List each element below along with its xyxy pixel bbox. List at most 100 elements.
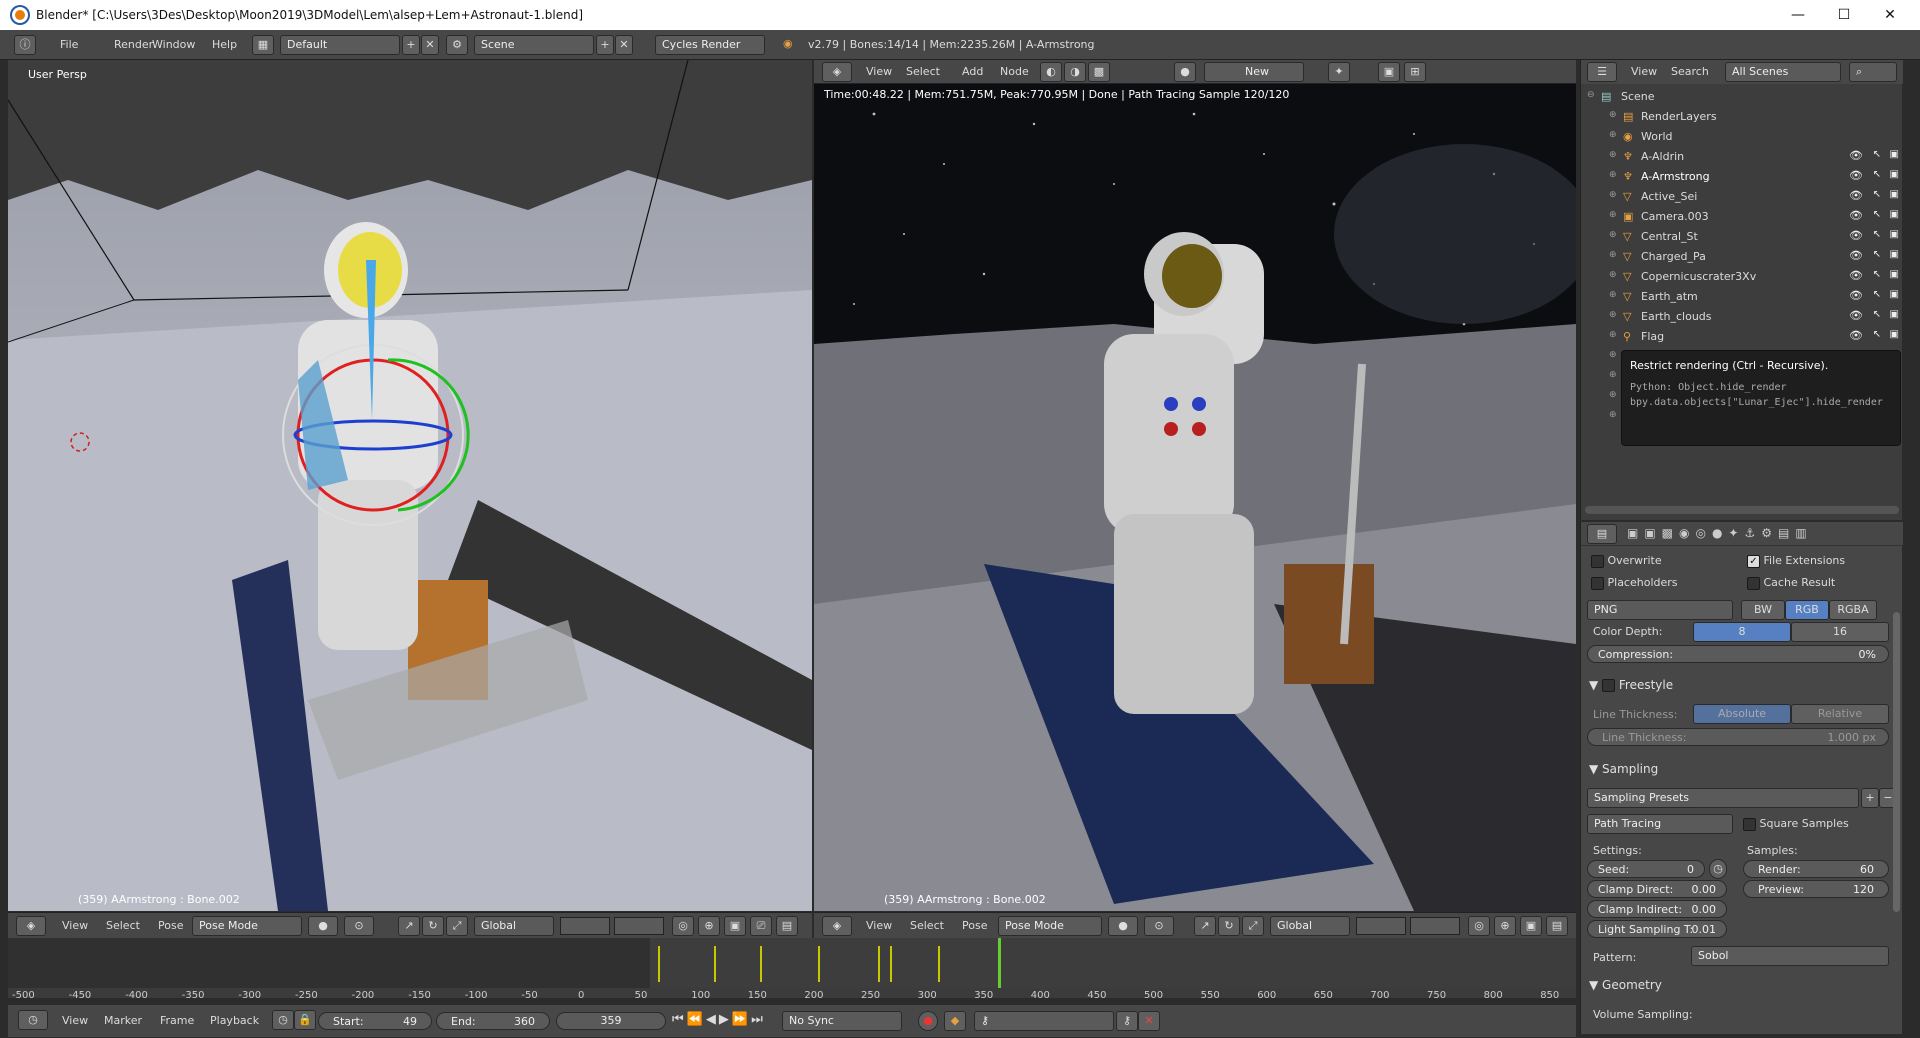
timeline-type-icon[interactable]: ◷	[18, 1010, 48, 1030]
compositing-nodes-icon[interactable]: ◑	[1064, 62, 1086, 82]
backdrop-icon[interactable]: ▣	[1378, 62, 1400, 82]
keyframe-marker[interactable]	[818, 946, 820, 982]
rv-proportional-icon[interactable]: ◎	[1468, 916, 1490, 936]
scale-icon[interactable]: ⤢	[446, 916, 468, 936]
render-camera-icon[interactable]: ▣	[1890, 289, 1899, 300]
square-samples-checkbox[interactable]: Square Samples	[1743, 817, 1849, 831]
vp-menu-pose[interactable]: Pose	[158, 919, 183, 932]
seed-field[interactable]: Seed: 0	[1587, 860, 1705, 878]
preview-samples-field[interactable]: Preview: 120	[1743, 880, 1889, 898]
outliner-row[interactable]: ⊕ ▽ Active_Sei 👁 ↖ ▣	[1581, 186, 1903, 206]
expand-icon[interactable]: ⊕	[1609, 310, 1617, 320]
visibility-eye-icon[interactable]: 👁	[1849, 149, 1863, 162]
file-format-select[interactable]: PNG	[1587, 600, 1733, 620]
outliner-menu-view[interactable]: View	[1631, 65, 1657, 78]
layout-grid-icon[interactable]: ▦	[252, 35, 274, 55]
node-menu-view[interactable]: View	[866, 65, 892, 78]
light-sampling-field[interactable]: Light Sampling T: 0.01	[1587, 920, 1727, 938]
keyframe-marker[interactable]	[760, 946, 762, 982]
rv-ogl-icon[interactable]: ▤	[1546, 916, 1568, 936]
current-frame-line[interactable]	[998, 938, 1001, 988]
thickness-relative[interactable]: Relative	[1791, 704, 1889, 724]
editor-type-icon[interactable]: ◈	[16, 916, 46, 936]
start-frame-field[interactable]: Start: 49	[318, 1012, 432, 1030]
layers-grid-b[interactable]	[614, 917, 664, 935]
menu-file[interactable]: File	[60, 38, 78, 51]
pattern-select[interactable]: Sobol	[1691, 946, 1889, 966]
render-camera-icon[interactable]: ▣	[1890, 169, 1899, 180]
outliner-scene-row[interactable]: ⊖ ▤ Scene	[1581, 86, 1903, 106]
outliner-row[interactable]: ⊕ ♆ A-Armstrong 👁 ↖ ▣	[1581, 166, 1903, 186]
tl-menu-marker[interactable]: Marker	[104, 1014, 142, 1027]
proportional-icon[interactable]: ◎	[672, 916, 694, 936]
render-camera-icon[interactable]: ▣	[1890, 209, 1899, 220]
expand-icon[interactable]: ⊕	[1609, 190, 1617, 200]
maximize-button[interactable]: ☐	[1821, 0, 1867, 30]
shader-nodes-icon[interactable]: ◐	[1040, 62, 1062, 82]
render-engine-select[interactable]: Cycles Render	[655, 35, 765, 55]
render-editor-type-icon[interactable]: ◈	[822, 916, 852, 936]
expand-icon[interactable]: ⊕	[1609, 250, 1617, 260]
mode-select[interactable]: Pose Mode	[192, 916, 302, 936]
overwrite-checkbox[interactable]: Overwrite	[1591, 554, 1662, 568]
outliner-type-icon[interactable]: ☰	[1587, 62, 1617, 82]
rv-menu-view[interactable]: View	[866, 919, 892, 932]
render-camera-icon[interactable]: ▣	[1890, 229, 1899, 240]
outliner-menu-search[interactable]: Search	[1671, 65, 1709, 78]
expand-icon[interactable]: ⊕	[1609, 230, 1617, 240]
end-frame-field[interactable]: End: 360	[436, 1012, 550, 1030]
render-preview-icon[interactable]: ▣	[724, 916, 746, 936]
line-thickness-field[interactable]: Line Thickness: 1.000 px	[1587, 728, 1889, 746]
outliner-row[interactable]: ⊕ ⚲ Flag 👁 ↖ ▣	[1581, 326, 1903, 346]
node-editor-type-icon[interactable]: ◈	[822, 62, 852, 82]
add-layout-icon[interactable]: +	[402, 35, 420, 55]
outliner-row[interactable]: ⊕ ▣ Camera.003 👁 ↖ ▣	[1581, 206, 1903, 226]
tl-menu-frame[interactable]: Frame	[160, 1014, 194, 1027]
current-frame-field[interactable]: 359	[556, 1012, 666, 1030]
properties-tabs-icons[interactable]: ▣▣▩◉◎●✦⚓⚙▤▥	[1627, 526, 1813, 540]
tl-menu-playback[interactable]: Playback	[210, 1014, 259, 1027]
rv-snap-icon[interactable]: ⊕	[1494, 916, 1516, 936]
file-extensions-checkbox[interactable]: ✓ File Extensions	[1747, 554, 1845, 568]
sampling-presets-select[interactable]: Sampling Presets	[1587, 788, 1859, 808]
outliner-row[interactable]: ⊕ ♆ A-Aldrin 👁 ↖ ▣	[1581, 146, 1903, 166]
remove-layout-icon[interactable]: ✕	[421, 35, 439, 55]
record-icon[interactable]: ●	[918, 1011, 938, 1031]
select-arrow-icon[interactable]: ↖	[1873, 289, 1881, 300]
select-arrow-icon[interactable]: ↖	[1873, 229, 1881, 240]
menu-window[interactable]: Window	[152, 38, 195, 51]
minimize-button[interactable]: —	[1775, 0, 1821, 30]
expand-icon[interactable]: ⊕	[1609, 270, 1617, 280]
snap-icon[interactable]: ⊕	[698, 916, 720, 936]
add-scene-icon[interactable]: +	[596, 35, 614, 55]
sampling-panel-header[interactable]: ▼ Sampling	[1589, 762, 1658, 776]
rv-scale-icon[interactable]: ⤢	[1242, 916, 1264, 936]
properties-scrollbar[interactable]	[1893, 612, 1900, 912]
render-camera-icon[interactable]: ▣	[1890, 329, 1899, 340]
properties-type-icon[interactable]: ▤	[1587, 524, 1617, 544]
rv-manipulator-icon[interactable]: ↗	[1194, 916, 1216, 936]
compression-field[interactable]: Compression: 0%	[1587, 645, 1889, 663]
node-menu-node[interactable]: Node	[1000, 65, 1029, 78]
expand-icon[interactable]: ⊕	[1609, 410, 1617, 420]
render-camera-icon[interactable]: ▣	[1890, 249, 1899, 260]
render-viewport[interactable]: Time:00:48.22 | Mem:751.75M, Peak:770.95…	[814, 84, 1576, 911]
keyframe-marker[interactable]	[938, 946, 940, 982]
rv-menu-select[interactable]: Select	[910, 919, 944, 932]
keyframe-marker[interactable]	[890, 946, 892, 982]
remove-scene-icon[interactable]: ✕	[615, 35, 633, 55]
color-mode-rgb[interactable]: RGB	[1785, 600, 1829, 620]
vp-menu-view[interactable]: View	[62, 919, 88, 932]
node-menu-add[interactable]: Add	[962, 65, 983, 78]
render-camera-icon[interactable]: ▣	[1890, 309, 1899, 320]
thickness-absolute[interactable]: Absolute	[1693, 704, 1791, 724]
visibility-eye-icon[interactable]: 👁	[1849, 209, 1863, 222]
outliner-row[interactable]: ⊕ ▽ Copernicuscrater3Xv 👁 ↖ ▣	[1581, 266, 1903, 286]
add-preset-icon[interactable]: +	[1861, 788, 1879, 808]
outliner-h-scrollbar[interactable]	[1585, 506, 1899, 514]
cache-result-checkbox[interactable]: Cache Result	[1747, 576, 1835, 590]
manipulator-icon[interactable]: ↗	[398, 916, 420, 936]
visibility-eye-icon[interactable]: 👁	[1849, 249, 1863, 262]
select-arrow-icon[interactable]: ↖	[1873, 249, 1881, 260]
rotate-icon[interactable]: ↻	[422, 916, 444, 936]
